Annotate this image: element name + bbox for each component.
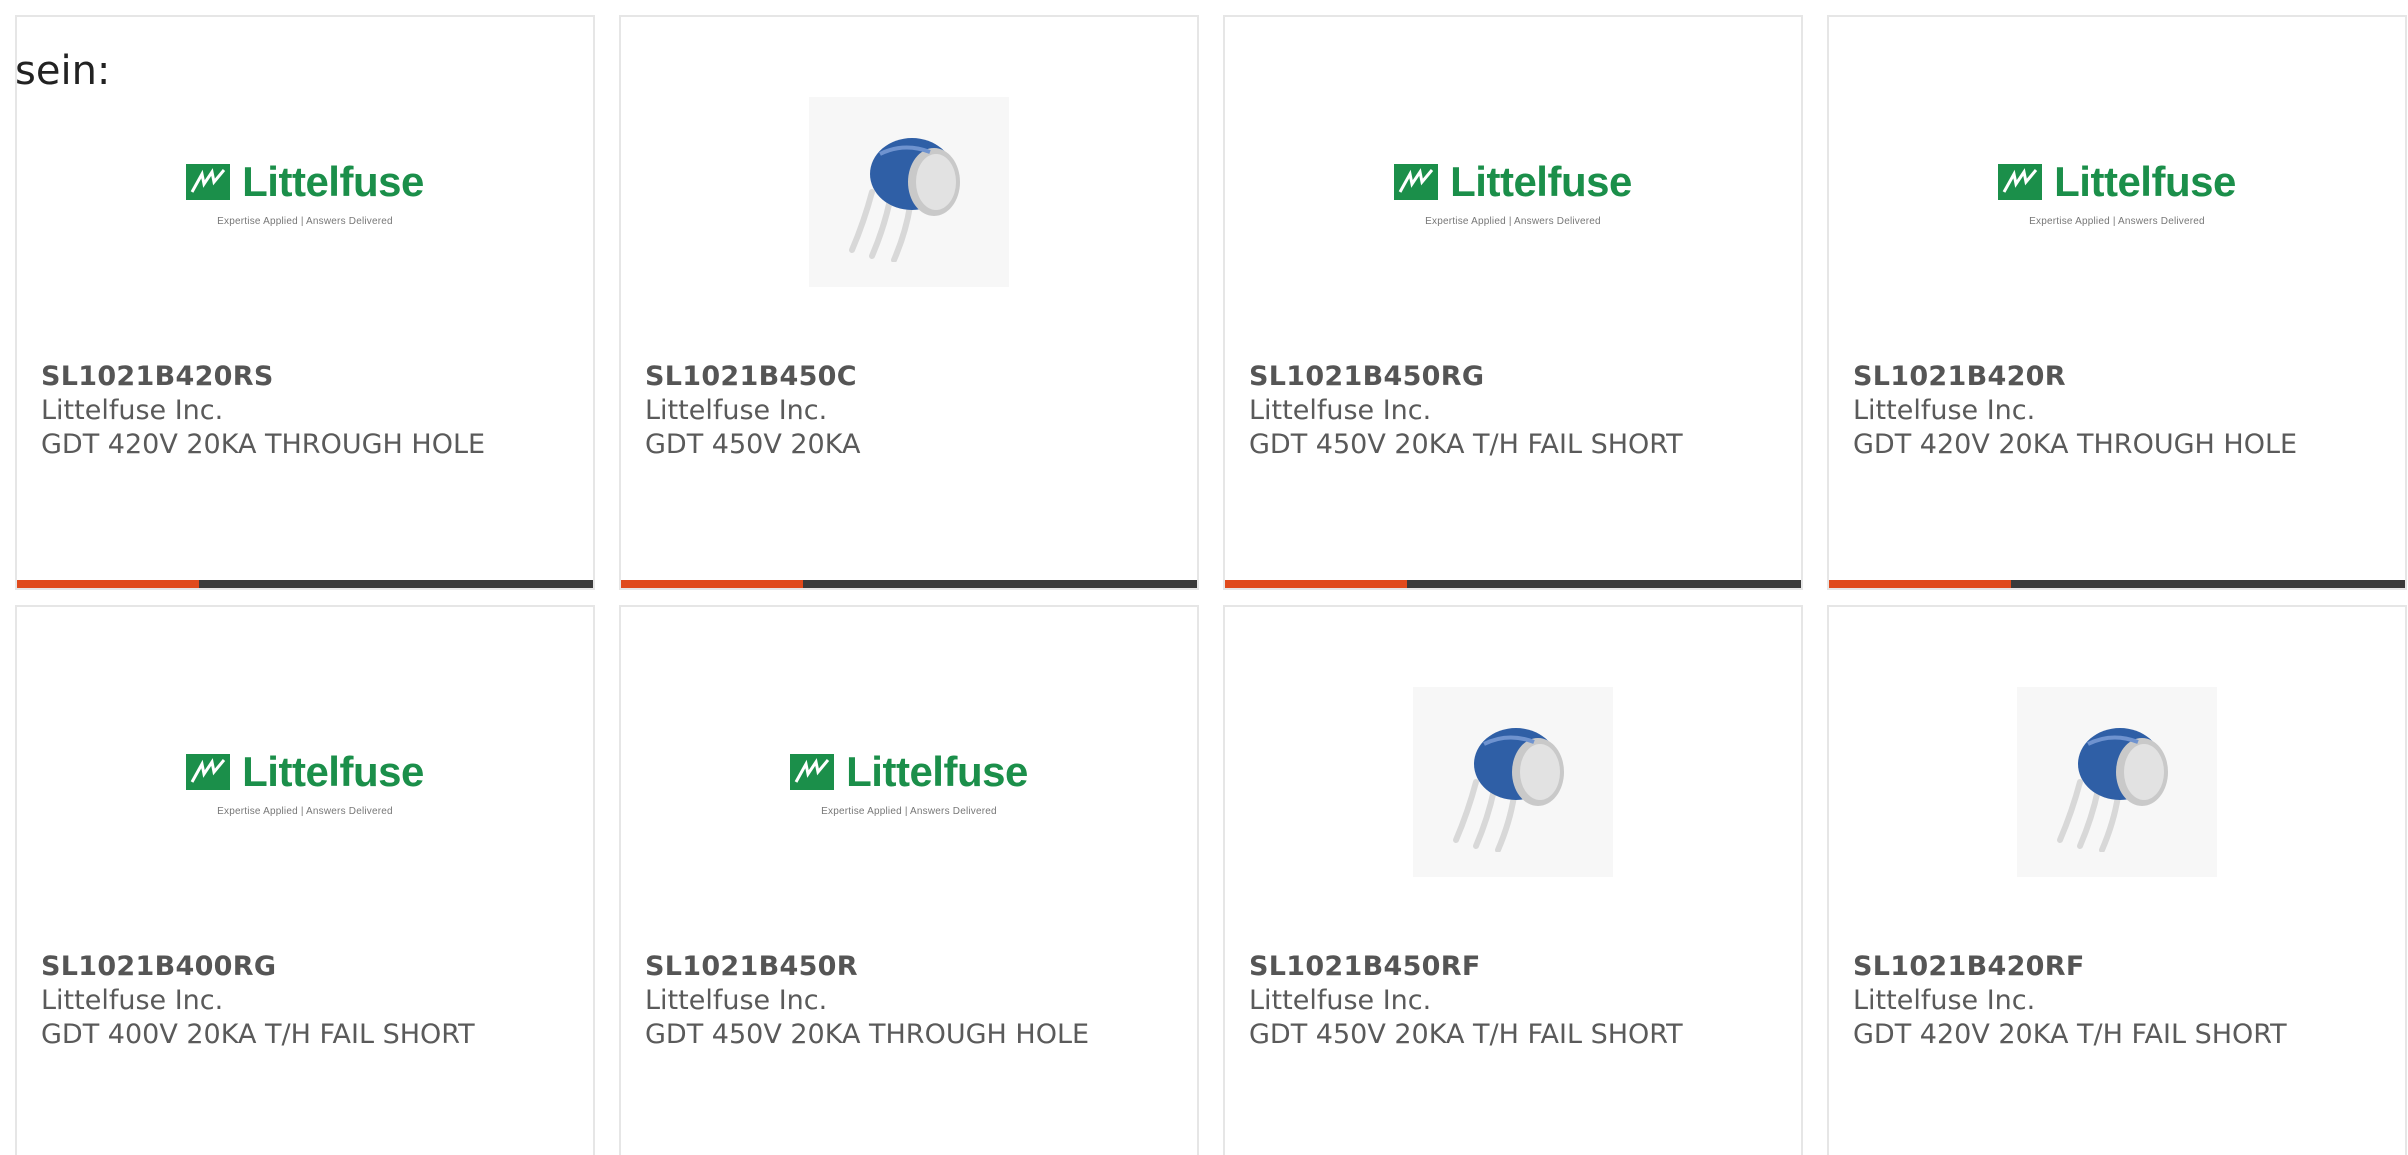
product-grid-page: sein: Littelfuse Expertise Applied | Ans… [0,0,2408,1155]
description: GDT 450V 20KA T/H FAIL SHORT [1249,1019,1683,1050]
part-number[interactable]: SL1021B450R [645,951,858,982]
littelfuse-mark-icon [186,753,231,790]
product-image[interactable]: Littelfuse Expertise Applied | Answers D… [17,672,593,892]
gdt-component-photo [2017,687,2217,877]
littelfuse-mark-icon [186,163,231,200]
logo-tagline: Expertise Applied | Answers Delivered [217,805,393,817]
logo-tagline: Expertise Applied | Answers Delivered [821,805,997,817]
description: GDT 420V 20KA THROUGH HOLE [1853,429,2298,460]
product-image[interactable] [1829,672,2405,892]
logo-wordmark: Littelfuse [242,157,424,205]
logo-wordmark: Littelfuse [2054,157,2236,205]
description: GDT 450V 20KA THROUGH HOLE [645,1019,1090,1050]
littelfuse-logo: Littelfuse Expertise Applied | Answers D… [186,158,424,227]
product-image[interactable]: Littelfuse Expertise Applied | Answers D… [1225,82,1801,302]
part-number[interactable]: SL1021B400RG [41,951,276,982]
product-image[interactable] [621,82,1197,302]
gdt-component-photo [809,97,1009,287]
littelfuse-mark-icon [1394,163,1439,200]
littelfuse-logo: Littelfuse Expertise Applied | Answers D… [186,748,424,817]
manufacturer: Littelfuse Inc. [1249,395,1432,426]
card-accent-bar [1829,580,2405,588]
logo-wordmark: Littelfuse [846,747,1028,795]
littelfuse-mark-icon [1998,163,2043,200]
card-accent-bar [621,580,1197,588]
description: GDT 420V 20KA T/H FAIL SHORT [1853,1019,2287,1050]
logo-tagline: Expertise Applied | Answers Delivered [217,215,393,227]
product-image[interactable]: Littelfuse Expertise Applied | Answers D… [17,82,593,302]
manufacturer: Littelfuse Inc. [1853,395,2036,426]
description: GDT 400V 20KA T/H FAIL SHORT [41,1019,475,1050]
description: GDT 450V 20KA T/H FAIL SHORT [1249,429,1683,460]
part-number[interactable]: SL1021B420R [1853,361,2066,392]
logo-wordmark: Littelfuse [242,747,424,795]
gas-discharge-tube-icon [1453,728,1564,852]
card-accent-bar [1225,580,1801,588]
part-number[interactable]: SL1021B450C [645,361,857,392]
product-image[interactable]: Littelfuse Expertise Applied | Answers D… [621,672,1197,892]
littelfuse-logo: Littelfuse Expertise Applied | Answers D… [1394,158,1632,227]
product-image[interactable] [1225,672,1801,892]
logo-tagline: Expertise Applied | Answers Delivered [1425,215,1601,227]
intro-text: sein: [15,48,111,94]
product-card[interactable]: SL1021B420RF Littelfuse Inc. GDT 420V 20… [1827,605,2407,1155]
littelfuse-logo: Littelfuse Expertise Applied | Answers D… [1998,158,2236,227]
manufacturer: Littelfuse Inc. [41,395,224,426]
manufacturer: Littelfuse Inc. [645,395,828,426]
product-card[interactable]: Littelfuse Expertise Applied | Answers D… [1223,15,1803,590]
manufacturer: Littelfuse Inc. [1249,985,1432,1016]
gdt-component-photo [1413,687,1613,877]
part-number[interactable]: SL1021B420RS [41,361,274,392]
gas-discharge-tube-icon [849,138,960,262]
description: GDT 450V 20KA [645,429,861,460]
product-card[interactable]: Littelfuse Expertise Applied | Answers D… [619,605,1199,1155]
product-card[interactable]: SL1021B450RF Littelfuse Inc. GDT 450V 20… [1223,605,1803,1155]
product-card[interactable]: Littelfuse Expertise Applied | Answers D… [1827,15,2407,590]
logo-wordmark: Littelfuse [1450,157,1632,205]
part-number[interactable]: SL1021B450RF [1249,951,1481,982]
product-card[interactable]: Littelfuse Expertise Applied | Answers D… [15,15,595,590]
manufacturer: Littelfuse Inc. [1853,985,2036,1016]
gas-discharge-tube-icon [2057,728,2168,852]
part-number[interactable]: SL1021B420RF [1853,951,2085,982]
logo-tagline: Expertise Applied | Answers Delivered [2029,215,2205,227]
card-accent-bar [17,580,593,588]
product-card[interactable]: Littelfuse Expertise Applied | Answers D… [15,605,595,1155]
product-image[interactable]: Littelfuse Expertise Applied | Answers D… [1829,82,2405,302]
product-grid: Littelfuse Expertise Applied | Answers D… [15,15,2407,1155]
part-number[interactable]: SL1021B450RG [1249,361,1484,392]
product-card[interactable]: SL1021B450C Littelfuse Inc. GDT 450V 20K… [619,15,1199,590]
littelfuse-mark-icon [790,753,835,790]
manufacturer: Littelfuse Inc. [645,985,828,1016]
description: GDT 420V 20KA THROUGH HOLE [41,429,486,460]
manufacturer: Littelfuse Inc. [41,985,224,1016]
littelfuse-logo: Littelfuse Expertise Applied | Answers D… [790,748,1028,817]
